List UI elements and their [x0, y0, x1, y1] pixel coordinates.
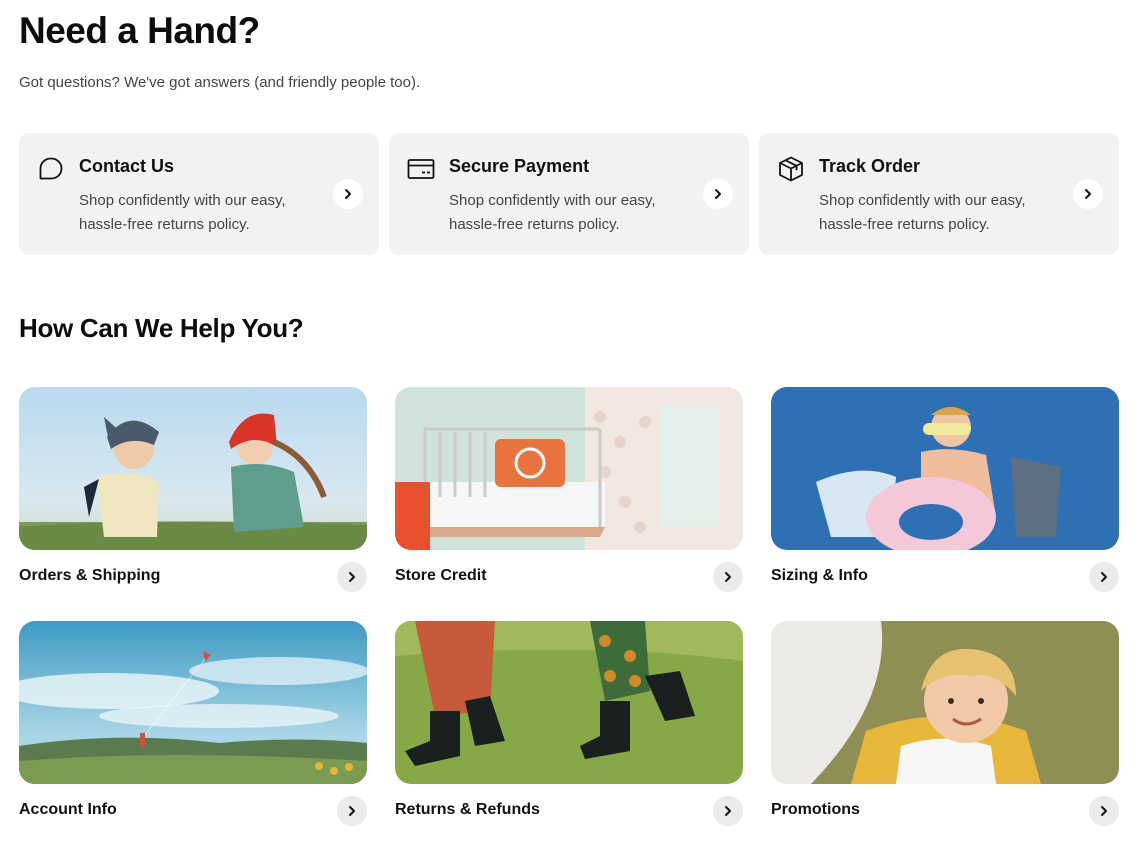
- topic-arrow-button[interactable]: [337, 562, 367, 592]
- track-order-card[interactable]: Track Order Shop confidently with our ea…: [759, 133, 1119, 255]
- topic-card-orders-shipping[interactable]: Orders & Shipping: [19, 387, 367, 597]
- topic-label: Account Info: [19, 801, 117, 818]
- secure-payment-card[interactable]: Secure Payment Shop confidently with our…: [389, 133, 749, 255]
- boy-swim-ring-image[interactable]: [771, 387, 1119, 550]
- topic-arrow-button[interactable]: [713, 562, 743, 592]
- topic-card-account-info[interactable]: Account Info: [19, 621, 367, 831]
- track-order-title: Track Order: [819, 156, 921, 176]
- help-section-title: How Can We Help You?: [19, 313, 304, 343]
- chevron-right-icon: [1101, 806, 1107, 816]
- rain-boots-image[interactable]: [395, 621, 743, 784]
- kids-running-image[interactable]: [19, 387, 367, 550]
- secure-payment-arrow-button[interactable]: [703, 179, 733, 209]
- chevron-right-icon: [1101, 572, 1107, 582]
- chat-bubble-icon: [37, 155, 65, 183]
- topic-arrow-button[interactable]: [1089, 796, 1119, 826]
- chevron-right-icon: [1085, 189, 1091, 199]
- contact-us-card[interactable]: Contact Us Shop confidently with our eas…: [19, 133, 379, 255]
- secure-payment-title: Secure Payment: [449, 156, 590, 176]
- kids-bedroom-image[interactable]: [395, 387, 743, 550]
- topic-label: Returns & Refunds: [395, 801, 540, 818]
- chevron-right-icon: [715, 189, 721, 199]
- page-title: Need a Hand?: [19, 10, 260, 51]
- topic-label: Store Credit: [395, 567, 487, 584]
- topic-arrow-button[interactable]: [713, 796, 743, 826]
- topic-card-returns-refunds[interactable]: Returns & Refunds: [395, 621, 743, 831]
- track-order-arrow-button[interactable]: [1073, 179, 1103, 209]
- page-subtitle: Got questions? We've got answers (and fr…: [19, 74, 421, 91]
- package-box-icon: [777, 155, 805, 183]
- topic-card-promotions[interactable]: Promotions: [771, 621, 1119, 831]
- topic-label: Sizing & Info: [771, 567, 868, 584]
- topic-arrow-button[interactable]: [1089, 562, 1119, 592]
- chevron-right-icon: [349, 806, 355, 816]
- chevron-right-icon: [725, 572, 731, 582]
- smiling-toddler-image[interactable]: [771, 621, 1119, 784]
- chevron-right-icon: [725, 806, 731, 816]
- topic-label: Orders & Shipping: [19, 567, 161, 584]
- chevron-right-icon: [345, 189, 351, 199]
- track-order-description: Shop confidently with our easy, hassle-f…: [819, 192, 1026, 233]
- topic-label: Promotions: [771, 801, 860, 818]
- topic-card-sizing-info[interactable]: Sizing & Info: [771, 387, 1119, 597]
- contact-us-title: Contact Us: [79, 156, 175, 176]
- topic-card-store-credit[interactable]: Store Credit: [395, 387, 743, 597]
- kite-field-image[interactable]: [19, 621, 367, 784]
- credit-card-icon: [407, 155, 435, 183]
- contact-us-arrow-button[interactable]: [333, 179, 363, 209]
- secure-payment-description: Shop confidently with our easy, hassle-f…: [449, 192, 656, 233]
- contact-us-description: Shop confidently with our easy, hassle-f…: [79, 192, 286, 233]
- topic-arrow-button[interactable]: [337, 796, 367, 826]
- chevron-right-icon: [349, 572, 355, 582]
